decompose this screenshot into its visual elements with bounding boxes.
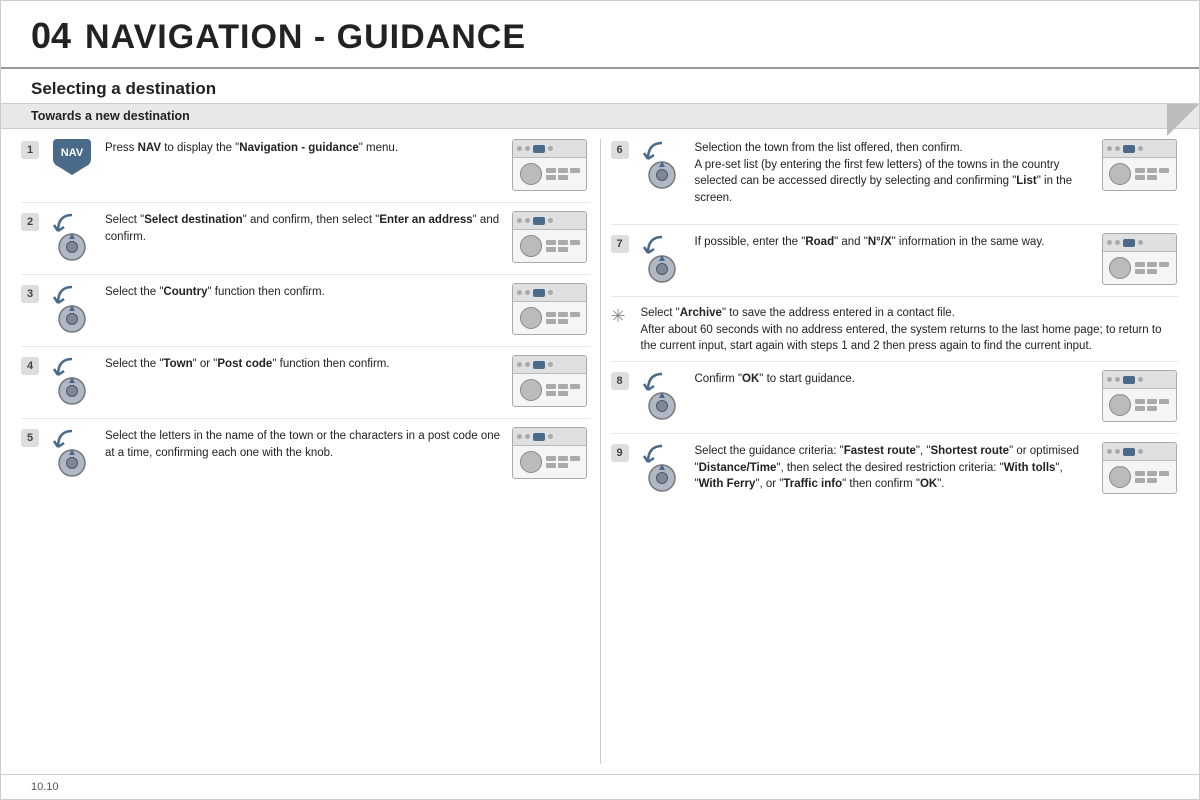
- step-6-text: Selection the town from the list offered…: [695, 139, 1094, 207]
- step-8-text: Confirm "OK" to start guidance.: [695, 370, 1094, 388]
- step-4-text: Select the "Town" or "Post code" functio…: [105, 355, 504, 373]
- step-3-device: [510, 283, 590, 335]
- step-2: 2 Select "Select destination" and confir…: [21, 207, 590, 275]
- step-7-text: If possible, enter the "Road" and "N°/X"…: [695, 233, 1094, 251]
- step-6: 6 Selection the town from the list offer…: [611, 135, 1180, 225]
- column-divider: [600, 139, 601, 764]
- step-7-device: [1099, 233, 1179, 285]
- step-6-number: 6: [611, 141, 629, 159]
- nav-button-icon: NAV: [53, 139, 91, 167]
- chapter-title: NAVIGATION - GUIDANCE: [85, 18, 526, 57]
- step-2-icon: [45, 211, 99, 261]
- step-9-icon: [635, 442, 689, 492]
- step-6-icon: [635, 139, 689, 189]
- step-2-device: [510, 211, 590, 263]
- step-9-device: [1099, 442, 1179, 494]
- step-1-icon: NAV: [45, 139, 99, 167]
- step-5-icon: [45, 427, 99, 477]
- dial-arrow-icon-6: [640, 139, 684, 189]
- dial-arrow-icon-7: [640, 233, 684, 283]
- left-column: 1 NAV Press NAV to display the "Navigati…: [21, 135, 590, 768]
- step-3-text: Select the "Country" function then confi…: [105, 283, 504, 301]
- dial-arrow-icon-3: [50, 283, 94, 333]
- footer: 10.10: [1, 774, 1199, 799]
- step-8: 8 Confirm "OK" to start guidance.: [611, 366, 1180, 434]
- footer-version: 10.10: [31, 781, 59, 793]
- step-8-device: [1099, 370, 1179, 422]
- step-4-device: [510, 355, 590, 407]
- step-9-number: 9: [611, 444, 629, 462]
- step-9: 9 Select the guidance criteria: "Fastest…: [611, 438, 1180, 528]
- step-1-device: [510, 139, 590, 191]
- dial-arrow-icon: [50, 211, 94, 261]
- step-7: 7 If possible, enter the "Road" and "N°/…: [611, 229, 1180, 297]
- step-7-number: 7: [611, 235, 629, 253]
- dial-arrow-icon-8: [640, 370, 684, 420]
- step-1: 1 NAV Press NAV to display the "Navigati…: [21, 135, 590, 203]
- step-5-number: 5: [21, 429, 39, 447]
- dial-arrow-icon-5: [50, 427, 94, 477]
- step-3-icon: [45, 283, 99, 333]
- step-5-device: [510, 427, 590, 479]
- step-1-number: 1: [21, 141, 39, 159]
- step-4: 4 Select the "Town" or "Post code" funct…: [21, 351, 590, 419]
- dial-arrow-icon-4: [50, 355, 94, 405]
- main-content: 1 NAV Press NAV to display the "Navigati…: [1, 129, 1199, 774]
- step-2-text: Select "Select destination" and confirm,…: [105, 211, 504, 245]
- step-9-text: Select the guidance criteria: "Fastest r…: [695, 442, 1094, 493]
- chapter-number: 04: [31, 15, 71, 57]
- step-star-text: Select "Archive" to save the address ent…: [635, 305, 1180, 355]
- step-3-number: 3: [21, 285, 39, 303]
- subsection-bar: Towards a new destination: [1, 104, 1199, 129]
- step-star: ✳ Select "Archive" to save the address e…: [611, 301, 1180, 362]
- step-8-icon: [635, 370, 689, 420]
- step-8-number: 8: [611, 372, 629, 390]
- step-2-number: 2: [21, 213, 39, 231]
- step-5: 5 Select the letters in the name of the …: [21, 423, 590, 491]
- step-4-icon: [45, 355, 99, 405]
- step-4-number: 4: [21, 357, 39, 375]
- page-header: 04 NAVIGATION - GUIDANCE: [1, 1, 1199, 69]
- step-6-device: [1099, 139, 1179, 191]
- dial-arrow-icon-9: [640, 442, 684, 492]
- star-icon: ✳: [611, 306, 629, 327]
- right-column: 6 Selection the town from the list offer…: [611, 135, 1180, 768]
- section-title: Selecting a destination: [1, 69, 1199, 104]
- step-5-text: Select the letters in the name of the to…: [105, 427, 504, 461]
- step-3: 3 Select the "Country" function then con…: [21, 279, 590, 347]
- step-7-icon: [635, 233, 689, 283]
- step-1-text: Press NAV to display the "Navigation - g…: [105, 139, 504, 157]
